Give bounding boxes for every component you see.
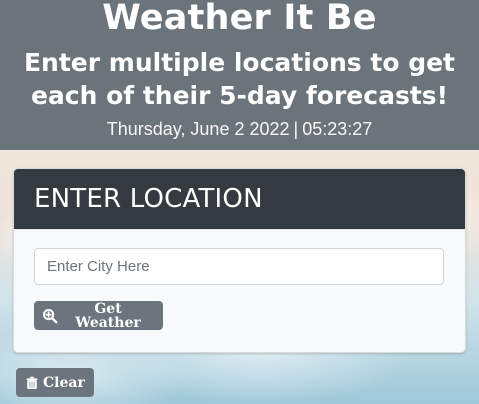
- city-search-input[interactable]: [34, 248, 444, 285]
- location-card-body: Get Weather: [14, 229, 465, 352]
- search-plus-icon: [42, 308, 58, 324]
- get-weather-label: Get Weather: [75, 300, 141, 331]
- location-card: ENTER LOCATION Get Weather: [13, 168, 466, 353]
- clear-label: Clear: [43, 374, 85, 391]
- page-header: Weather It Be Enter multiple locations t…: [0, 0, 479, 150]
- app-title: Weather It Be: [102, 0, 377, 38]
- get-weather-button[interactable]: Get Weather: [34, 301, 163, 330]
- current-datetime: Thursday, June 2 2022 | 05:23:27: [0, 118, 479, 140]
- location-card-header: ENTER LOCATION: [14, 169, 465, 229]
- current-time: 05:23:27: [302, 119, 373, 139]
- current-date: Thursday, June 2 2022: [106, 119, 290, 139]
- clear-button[interactable]: Clear: [16, 368, 94, 397]
- location-card-title: ENTER LOCATION: [34, 184, 263, 214]
- page-subtitle: Enter multiple locations to get each of …: [23, 48, 456, 110]
- datetime-separator: |: [293, 119, 299, 139]
- trash-icon: [24, 375, 40, 391]
